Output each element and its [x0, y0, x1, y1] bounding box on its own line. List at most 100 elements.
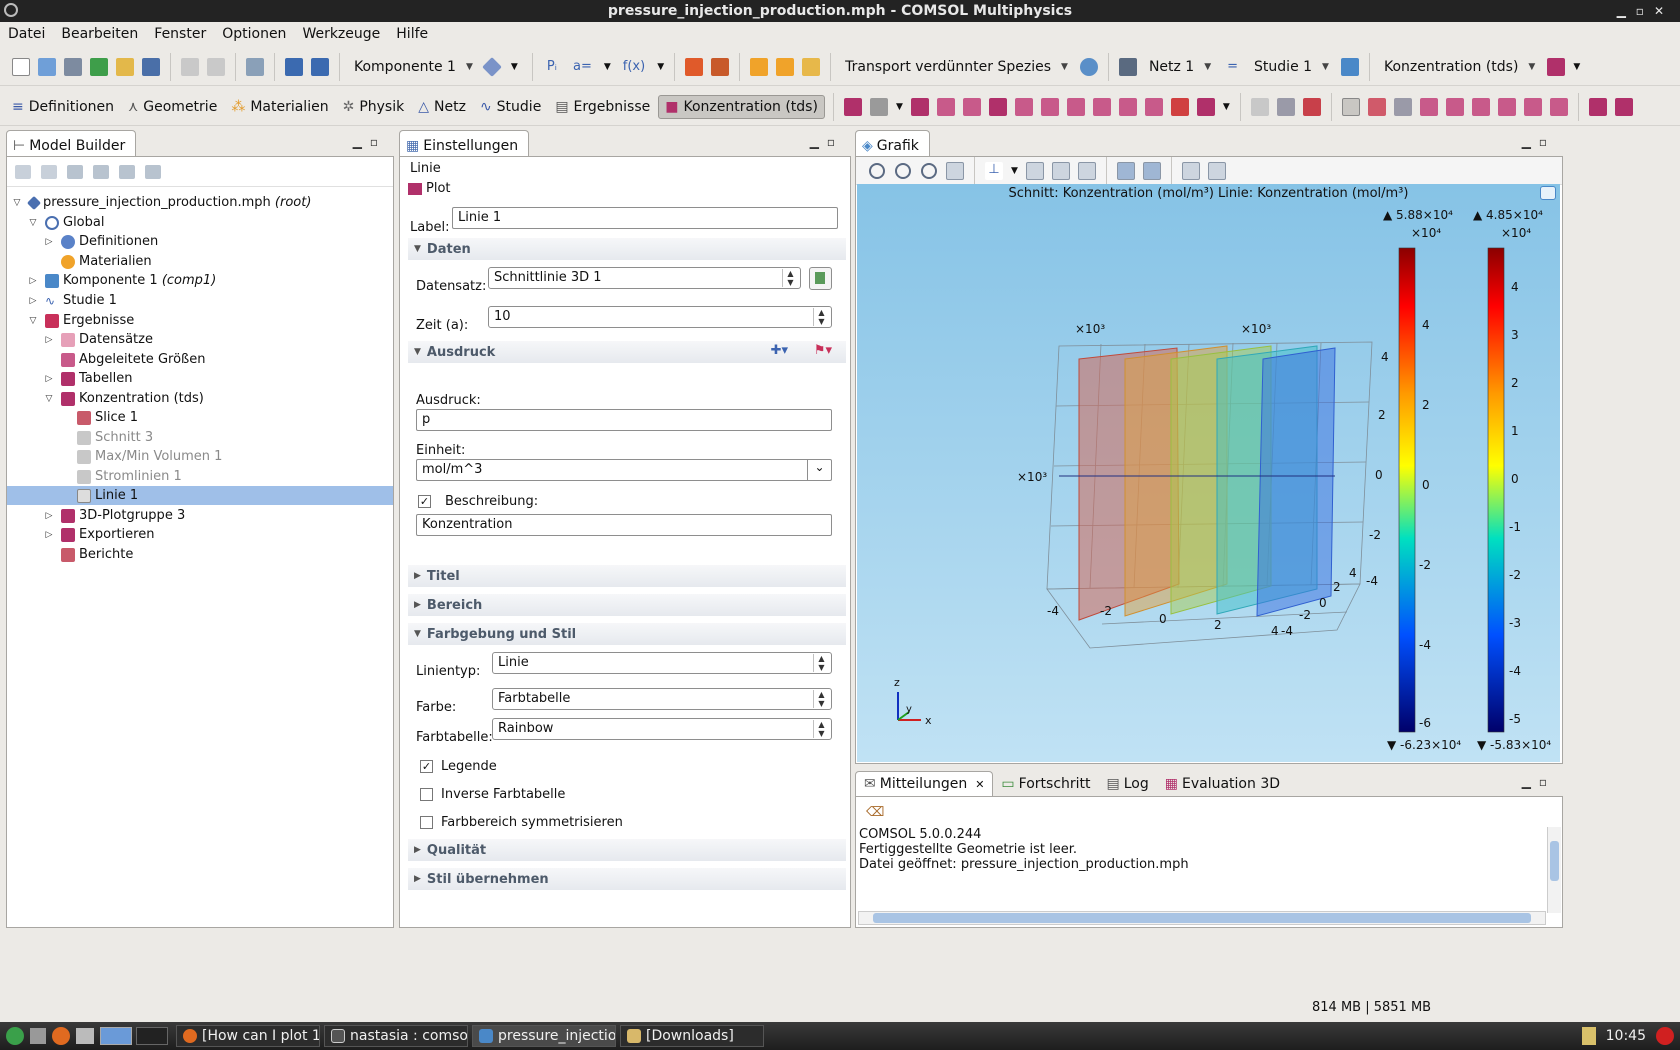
study-combo[interactable]: Studie 1 ▼	[1254, 59, 1329, 75]
edge-icon[interactable]	[1471, 97, 1490, 116]
start-menu-icon[interactable]	[6, 1027, 24, 1045]
expand-icon[interactable]: ▷	[43, 374, 55, 384]
expand-icon[interactable]: ▷	[43, 530, 55, 540]
plot-combo[interactable]: Konzentration (tds) ▼	[1384, 59, 1535, 75]
expand-icon[interactable]: ▷	[27, 276, 39, 286]
geometry-icon[interactable]	[481, 56, 502, 77]
graphics-tab[interactable]: ◈ Grafik	[855, 130, 930, 156]
compute-icon[interactable]: =	[1227, 59, 1238, 74]
tree-node-definitionen[interactable]: ▷ Definitionen	[43, 232, 159, 251]
menu-werkzeuge[interactable]: Werkzeuge	[302, 26, 380, 42]
task-terminal[interactable]: nastasia : comso...	[324, 1025, 468, 1047]
mirror-icon[interactable]	[1549, 97, 1568, 116]
workspace-1[interactable]	[100, 1027, 132, 1045]
tree-node-abgeleitete[interactable]: Abgeleitete Größen	[61, 350, 205, 369]
redo-icon[interactable]	[207, 57, 225, 76]
chevron-down-icon[interactable]: ▼	[511, 62, 518, 72]
window-controls[interactable]: ▁▫✕	[1617, 0, 1674, 22]
print-icon[interactable]	[1207, 161, 1226, 180]
slice-icon[interactable]	[962, 97, 981, 116]
help-icon[interactable]	[311, 57, 329, 76]
scrollbar-thumb[interactable]	[873, 913, 1531, 923]
symmetrisieren-row[interactable]: Farbbereich symmetrisieren	[420, 815, 623, 830]
clear-messages-icon[interactable]: ⌫	[866, 805, 884, 820]
terminal-launcher-icon[interactable]	[30, 1028, 46, 1044]
chevron-down-icon[interactable]: ▼	[896, 102, 903, 112]
farbtabelle-select[interactable]: Rainbow ▲ ▼	[492, 718, 832, 740]
task-comsol[interactable]: pressure_injectio...	[472, 1025, 616, 1047]
tab-netz[interactable]: △ Netz	[412, 96, 472, 118]
legende-checkbox[interactable]: ✓	[420, 760, 433, 773]
model-wizard-icon[interactable]	[38, 57, 56, 76]
mesh-icon[interactable]	[1118, 57, 1137, 76]
back-icon[interactable]	[15, 164, 31, 179]
image-snapshot-icon[interactable]	[1181, 161, 1200, 180]
section-titel[interactable]: ▶ Titel	[408, 565, 846, 587]
chevron-down-icon[interactable]: ▼	[1223, 102, 1230, 112]
tree-node-root[interactable]: ▽ pressure_injection_production.mph (root…	[11, 193, 312, 212]
open-folder-icon[interactable]	[116, 57, 134, 76]
section-bereich[interactable]: ▶ Bereich	[408, 594, 846, 616]
tree-node-konzentration[interactable]: ▽ Konzentration (tds)	[43, 389, 204, 408]
section-ausdruck[interactable]: ▼ Ausdruck ✚▾ ⚑▾	[408, 341, 846, 363]
tree-node-stromlinien[interactable]: Stromlinien 1	[77, 467, 182, 486]
cut-point-icon[interactable]	[1419, 97, 1438, 116]
plot-group-icon[interactable]	[1547, 57, 1566, 76]
einheit-select[interactable]: mol/m^3 ⌄	[416, 459, 832, 481]
tab-mitteilungen[interactable]: ✉ Mitteilungen ✕	[855, 771, 994, 796]
plot-canvas[interactable]: Schnitt: Konzentration (mol/m³) Linie: K…	[857, 184, 1560, 762]
application-libraries-icon[interactable]	[90, 57, 108, 76]
tab-materialien[interactable]: ⁂ Materialien	[225, 96, 334, 118]
max-min-icon[interactable]	[1144, 97, 1163, 116]
save-icon[interactable]	[142, 57, 160, 76]
chevron-down-icon[interactable]: ▼	[604, 62, 611, 72]
material-browser-icon[interactable]	[776, 57, 795, 76]
collapse-icon[interactable]: ▽	[27, 218, 39, 228]
vertical-scrollbar[interactable]	[1547, 827, 1561, 913]
show-icon[interactable]	[67, 164, 83, 179]
menu-datei[interactable]: Datei	[8, 26, 45, 42]
zoom-extents-icon[interactable]	[946, 161, 964, 180]
collapse-icon[interactable]: ▽	[27, 316, 39, 326]
close-icon[interactable]: ✕	[975, 778, 984, 791]
physics-settings-icon[interactable]	[1079, 57, 1098, 76]
inverse-row[interactable]: Inverse Farbtabelle	[420, 787, 565, 802]
tree-node-materialien[interactable]: Materialien	[61, 252, 152, 271]
tree-node-plotgruppe[interactable]: ▷ 3D-Plotgruppe 3	[43, 506, 186, 525]
blank-model-icon[interactable]	[64, 57, 82, 76]
particle-tracing-icon[interactable]	[1118, 97, 1137, 116]
section-daten[interactable]: ▼ Daten	[408, 238, 846, 260]
insert-expression-icon[interactable]: ✚▾	[771, 343, 788, 358]
model-builder-tab[interactable]: ⊢ Model Builder	[6, 130, 137, 156]
import-icon[interactable]	[711, 57, 730, 76]
tab-geometrie[interactable]: ⋏ Geometrie	[122, 96, 223, 118]
horizontal-scrollbar[interactable]	[858, 911, 1546, 925]
expand-all-icon[interactable]	[119, 164, 135, 179]
task-downloads[interactable]: [Downloads]	[620, 1025, 764, 1047]
new-file-icon[interactable]	[12, 57, 30, 76]
cut-line-2-icon[interactable]	[1393, 97, 1412, 116]
tree-node-linie[interactable]: Linie 1	[7, 486, 393, 505]
battery-icon[interactable]	[1581, 1027, 1596, 1045]
go-to-source-button[interactable]	[809, 267, 832, 290]
workspace-2[interactable]	[136, 1027, 168, 1045]
tree-node-tabellen[interactable]: ▷ Tabellen	[43, 369, 133, 388]
select-point-icon[interactable]	[1341, 97, 1360, 116]
line-plot-icon[interactable]	[1040, 97, 1059, 116]
export-icon[interactable]	[1588, 97, 1607, 116]
zoom-in-icon[interactable]	[869, 162, 885, 179]
tree-node-ergebnisse[interactable]: ▽ Ergebnisse	[27, 311, 135, 330]
collapse-all-icon[interactable]	[93, 164, 109, 179]
tree-node-schnitt[interactable]: Schnitt 3	[77, 428, 153, 447]
more-plots-icon[interactable]	[1196, 97, 1215, 116]
replace-expression-icon[interactable]: ⚑▾	[814, 343, 832, 358]
tree-node-studie[interactable]: ▷ ∿ Studie 1	[27, 291, 117, 310]
zx-view-icon[interactable]	[1077, 161, 1096, 180]
yz-view-icon[interactable]	[1051, 161, 1070, 180]
physics-combo[interactable]: Transport verdünnter Spezies ▼	[845, 59, 1068, 75]
expand-icon[interactable]: ▷	[43, 335, 55, 345]
section-qualitaet[interactable]: ▶ Qualität	[408, 839, 846, 861]
tab-log[interactable]: ▤ Log	[1099, 772, 1157, 796]
scene-light-icon[interactable]	[1116, 161, 1135, 180]
zeit-select[interactable]: 10 ▲ ▼	[488, 306, 832, 328]
